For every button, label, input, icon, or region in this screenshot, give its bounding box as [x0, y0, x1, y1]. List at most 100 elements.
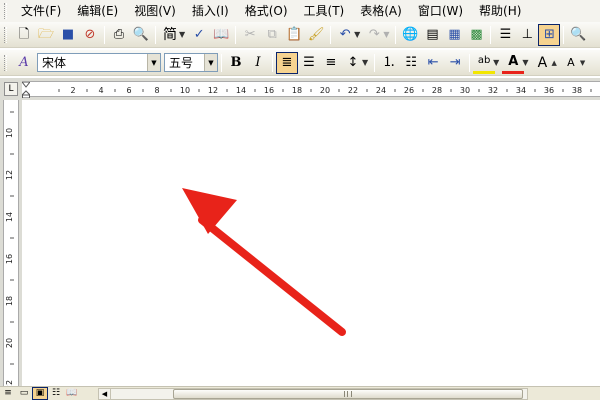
font-color-button[interactable]: A [502, 52, 525, 74]
copy-icon: ⧉ [267, 27, 277, 42]
table-grid-icon: ▦ [448, 27, 461, 42]
document-map-button[interactable]: ⊞ [538, 23, 561, 46]
document-page[interactable] [22, 100, 600, 386]
font-size-select[interactable]: 五号 ▼ [164, 53, 218, 72]
print-preview-button[interactable]: 🔍 [130, 24, 152, 46]
drawing-button[interactable]: ⊥ [516, 24, 538, 46]
bold-button[interactable]: B [225, 52, 247, 74]
menu-window[interactable]: 窗口(W) [410, 1, 471, 21]
redo-button[interactable]: ↷ [363, 24, 385, 46]
reading-layout-icon: 📖 [66, 388, 78, 398]
menu-format[interactable]: 格式(O) [237, 1, 296, 21]
insert-table-button[interactable]: ▦ [443, 24, 465, 46]
menu-file[interactable]: 文件(F) [13, 1, 69, 21]
decrease-indent-icon: ⇤ [427, 55, 439, 70]
research-icon: 📖 [213, 27, 230, 42]
excel-sheet-icon: ▩ [470, 27, 483, 42]
research-button[interactable]: 📖 [210, 24, 232, 46]
menu-view[interactable]: 视图(V) [126, 1, 184, 21]
menu-table[interactable]: 表格(A) [352, 1, 410, 21]
align-center-button[interactable]: ☰ [298, 52, 320, 74]
align-justify-icon: ≣ [281, 55, 293, 70]
increase-indent-icon: ⇥ [449, 55, 461, 70]
hyperlink-globe-icon: 🌐 [402, 27, 419, 42]
justify-button[interactable]: ≣ [276, 51, 298, 74]
ruler-label: 2 [70, 86, 75, 95]
menu-bar: 文件(F) 编辑(E) 视图(V) 插入(I) 格式(O) 工具(T) 表格(A… [0, 0, 600, 22]
menu-edit[interactable]: 编辑(E) [69, 1, 126, 21]
italic-button[interactable]: I [247, 52, 269, 74]
horizontal-scrollbar[interactable]: ◀ [98, 388, 528, 400]
ruler-label: 26 [404, 86, 414, 95]
spelling-button[interactable]: ✓ [188, 24, 210, 46]
tab-selector[interactable]: L [4, 82, 18, 96]
undo-button[interactable]: ↶ [334, 24, 356, 46]
menu-insert[interactable]: 插入(I) [184, 1, 237, 21]
print-layout-view-button[interactable]: ▣ [32, 387, 48, 400]
web-layout-view-button[interactable]: ▭ [16, 387, 32, 400]
font-name-select[interactable]: 宋体 ▼ [37, 53, 161, 72]
align-right-icon: ≡ [325, 55, 337, 70]
styles-button[interactable]: A [13, 52, 35, 74]
new-document-button[interactable]: 🗋 [13, 24, 35, 46]
permission-button[interactable]: ⊘ [79, 24, 101, 46]
font-name-value: 宋体 [42, 56, 67, 70]
insert-excel-button[interactable]: ▩ [465, 24, 487, 46]
chevron-down-icon[interactable]: ▼ [354, 30, 360, 39]
menu-tools[interactable]: 工具(T) [296, 1, 353, 21]
tables-borders-button[interactable]: ▤ [421, 24, 443, 46]
columns-button[interactable]: ☰ [494, 24, 516, 46]
chevron-down-icon[interactable]: ▼ [204, 54, 217, 71]
insert-hyperlink-button[interactable]: 🌐 [399, 24, 421, 46]
menu-grip[interactable] [4, 3, 7, 19]
print-button[interactable]: ⎙ [108, 24, 130, 46]
menu-help[interactable]: 帮助(H) [471, 1, 529, 21]
toolbar-separator [221, 53, 222, 72]
outline-view-button[interactable]: ☷ [48, 387, 64, 400]
horizontal-ruler[interactable]: 2 4 6 8 10 12 14 16 18 20 22 24 26 28 30 32 34 36 38 [22, 81, 600, 98]
ruler-label: 4 [98, 86, 103, 95]
chevron-down-icon[interactable]: ▼ [493, 58, 499, 67]
zoom-button[interactable]: 🔍 [567, 24, 589, 46]
format-painter-button[interactable]: 🖌 [305, 24, 327, 46]
chevron-down-icon[interactable]: ▼ [362, 58, 368, 67]
vertical-ruler-gutter: 10 12 14 16 18 20 22 [0, 100, 22, 386]
scroll-left-icon[interactable]: ◀ [99, 389, 111, 399]
reading-layout-view-button[interactable]: 📖 [64, 387, 80, 400]
print-layout-icon: ▣ [35, 388, 45, 398]
increase-indent-button[interactable]: ⇥ [444, 52, 466, 74]
cut-button[interactable]: ✂ [239, 24, 261, 46]
indent-marker-icon[interactable] [22, 82, 30, 98]
grow-font-caret-icon: ▲ [551, 58, 557, 67]
simplified-chinese-button[interactable]: 简 [159, 24, 181, 46]
ruler-label: 24 [376, 86, 386, 95]
view-and-scroll-bar: ≡ ▭ ▣ ☷ 📖 ◀ [0, 386, 600, 400]
copy-button[interactable]: ⧉ [261, 24, 283, 46]
chevron-down-icon[interactable]: ▼ [522, 58, 528, 67]
shrink-font-button[interactable]: A [560, 52, 582, 74]
scrollbar-thumb[interactable] [173, 389, 523, 399]
chevron-down-icon[interactable]: ▼ [383, 30, 389, 39]
open-button[interactable]: 🗁 [35, 24, 57, 46]
tables-borders-icon: ▤ [426, 27, 439, 42]
toolbar-separator [395, 25, 397, 44]
vertical-ruler[interactable]: 10 12 14 16 18 20 22 [3, 100, 19, 386]
toolbar-separator [155, 25, 156, 44]
print-preview-icon: 🔍 [132, 27, 150, 42]
chevron-down-icon[interactable]: ▼ [179, 30, 185, 39]
ruler-label: 6 [126, 86, 131, 95]
decrease-indent-button[interactable]: ⇤ [422, 52, 444, 74]
grow-font-button[interactable]: A [531, 52, 553, 74]
numbering-button[interactable]: ⒈ [378, 52, 400, 74]
normal-view-button[interactable]: ≡ [0, 387, 16, 400]
line-spacing-button[interactable]: ↕ [342, 52, 364, 74]
bullets-button[interactable]: ☷ [400, 52, 422, 74]
save-button[interactable]: ■ [57, 24, 79, 46]
toolbar-grip[interactable] [4, 26, 7, 43]
chevron-down-icon[interactable]: ▼ [147, 54, 160, 71]
align-right-button[interactable]: ≡ [320, 52, 342, 74]
toolbar-grip[interactable] [4, 54, 7, 71]
paste-button[interactable]: 📋 [283, 24, 305, 46]
highlight-button[interactable]: ab [473, 52, 496, 74]
ruler-label: 18 [5, 296, 14, 306]
